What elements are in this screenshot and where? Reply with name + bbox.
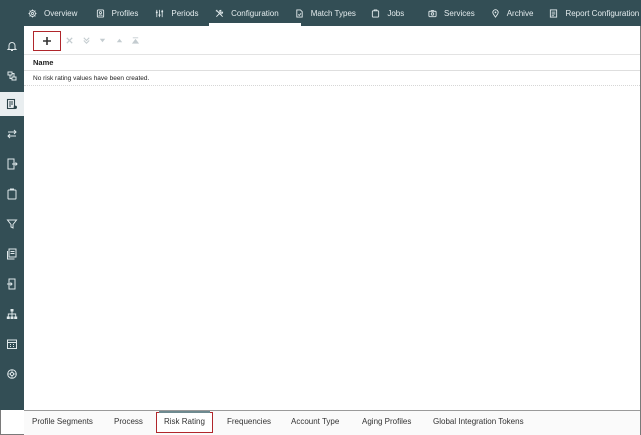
tab-label: Match Types xyxy=(310,8,356,18)
add-icon xyxy=(43,37,51,45)
filter-icon xyxy=(6,219,18,229)
hierarchy-icon xyxy=(6,309,18,319)
rail-item-filter[interactable] xyxy=(0,212,24,236)
rail-item-import-doc[interactable] xyxy=(0,272,24,296)
move-down-icon[interactable] xyxy=(98,36,107,45)
rail-item-settings[interactable] xyxy=(0,362,24,386)
tab-label: Report Configuration xyxy=(565,8,640,18)
tab-label: Configuration xyxy=(231,8,279,18)
tab-match-types[interactable]: Match Types xyxy=(295,0,372,26)
tab-account-type[interactable]: Account Type xyxy=(291,411,339,435)
rail-item-calendar[interactable] xyxy=(0,332,24,356)
move-bottom-icon[interactable] xyxy=(82,36,91,45)
tab-risk-rating[interactable]: Risk Rating xyxy=(156,411,213,433)
report-icon xyxy=(550,8,558,18)
rail-item-list-settings[interactable] xyxy=(0,92,24,116)
profiles-icon xyxy=(96,8,104,18)
gear-icon xyxy=(28,8,37,18)
column-header-name[interactable]: Name xyxy=(24,54,640,71)
import-doc-icon xyxy=(7,278,16,290)
settings-wheel-icon xyxy=(7,369,17,379)
add-button[interactable] xyxy=(33,31,61,51)
transfer-icon xyxy=(7,129,17,139)
archive-icon xyxy=(492,8,499,18)
tab-report-configuration[interactable]: Report Configuration xyxy=(549,0,641,26)
tab-periods[interactable]: Periods xyxy=(155,0,215,26)
tab-global-integration-tokens[interactable]: Global Integration Tokens xyxy=(433,411,524,435)
list-settings-icon xyxy=(6,98,17,110)
rail-item-transfer[interactable] xyxy=(0,122,24,146)
toolbar xyxy=(24,26,640,54)
rail-item-hierarchy[interactable] xyxy=(0,302,24,326)
jobs-icon xyxy=(372,8,380,18)
rail-item-documents[interactable] xyxy=(0,242,24,266)
tab-profile-segments[interactable]: Profile Segments xyxy=(32,411,93,435)
bottom-tab-bar: Profile Segments Process Risk Rating Fre… xyxy=(24,410,640,435)
tab-jobs[interactable]: Jobs xyxy=(371,0,428,26)
bell-icon xyxy=(6,42,18,51)
tab-configuration[interactable]: Configuration xyxy=(209,0,301,26)
move-up-icon[interactable] xyxy=(115,36,124,45)
sliders-icon xyxy=(156,9,164,17)
tab-process[interactable]: Process xyxy=(114,411,143,435)
tab-frequencies[interactable]: Frequencies xyxy=(227,411,271,435)
tools-icon xyxy=(215,9,224,17)
export-doc-icon xyxy=(7,158,18,170)
rail-item-export-doc[interactable] xyxy=(0,152,24,176)
match-types-icon xyxy=(296,8,303,18)
tab-profiles[interactable]: Profiles xyxy=(96,0,156,26)
rail-item-clipboard[interactable] xyxy=(0,182,24,206)
services-icon xyxy=(428,9,437,17)
tab-label: Services xyxy=(444,8,475,18)
clipboard-icon xyxy=(7,188,17,200)
calendar-icon xyxy=(7,339,17,349)
tab-archive[interactable]: Archive xyxy=(491,0,550,26)
tab-label: Jobs xyxy=(387,8,405,18)
tab-services[interactable]: Services xyxy=(428,0,491,26)
tab-overview[interactable]: Overview xyxy=(28,0,96,26)
tab-label: Profiles xyxy=(111,8,139,18)
tab-label: Periods xyxy=(171,8,199,18)
rail-item-reconcile[interactable] xyxy=(0,64,24,88)
rail-item-notifications[interactable] xyxy=(0,34,24,58)
tab-label: Archive xyxy=(506,8,534,18)
tab-label: Overview xyxy=(44,8,78,18)
delete-icon[interactable] xyxy=(65,36,74,45)
left-rail xyxy=(0,26,24,410)
tab-aging-profiles[interactable]: Aging Profiles xyxy=(362,411,411,435)
move-top-icon[interactable] xyxy=(131,36,140,45)
empty-table-message: No risk rating values have been created. xyxy=(24,71,640,86)
top-navigation: Overview Profiles Periods Configuration … xyxy=(0,0,641,26)
documents-icon xyxy=(7,248,17,260)
reconcile-icon xyxy=(7,71,17,81)
